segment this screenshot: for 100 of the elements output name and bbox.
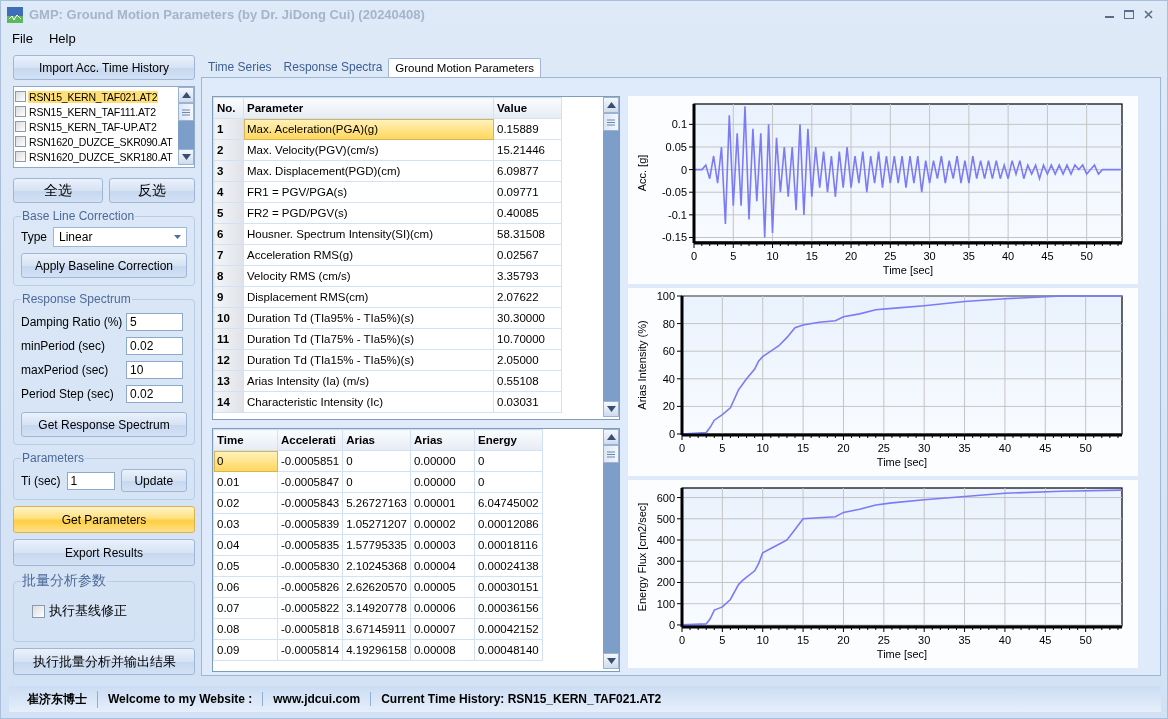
table-cell[interactable]: 0.09 <box>213 639 278 661</box>
up-arrow-icon[interactable] <box>606 102 616 108</box>
table-cell[interactable]: 0.04 <box>213 534 278 556</box>
table-cell: 1.05271207 <box>342 513 411 535</box>
up-arrow-icon[interactable] <box>181 92 191 98</box>
table-cell[interactable]: Housner. Spectrum Intensity(SI)(cm) <box>243 223 494 245</box>
input-field[interactable]: 1 <box>66 471 115 490</box>
down-arrow-icon[interactable] <box>181 154 191 160</box>
tick-label: 30 <box>923 250 936 262</box>
table-cell[interactable]: 0.07 <box>213 597 278 619</box>
checkbox[interactable] <box>15 91 26 102</box>
input-field[interactable]: 0.02 <box>126 385 183 403</box>
table-cell: -0.0005835 <box>277 534 343 556</box>
tick-label: 5 <box>730 250 737 262</box>
apply-button[interactable]: Apply Baseline Correction <box>21 253 187 278</box>
close-icon[interactable] <box>1144 10 1153 19</box>
table-cell[interactable]: 0.06 <box>213 576 278 598</box>
up-arrow-icon[interactable] <box>606 434 616 440</box>
table-cell: 0 <box>474 450 543 472</box>
table-cell[interactable]: Arias Intensity (Ia) (m/s) <box>243 370 494 392</box>
record-name[interactable]: RSN15_KERN_TAF-UP.AT2 <box>28 120 158 133</box>
input-field[interactable]: 0.02 <box>126 337 183 355</box>
table-cell[interactable]: Acceleration RMS(g) <box>243 244 494 266</box>
checkbox[interactable] <box>32 604 45 618</box>
table-cell[interactable]: 0.08 <box>213 618 278 640</box>
column-header[interactable]: Time <box>213 429 278 451</box>
table-cell[interactable]: 0.05 <box>213 555 278 577</box>
grip-icon[interactable] <box>182 108 190 116</box>
table-cell[interactable]: FR1 = PGV/PGA(s) <box>243 181 494 203</box>
table-cell: -0.0005851 <box>277 450 343 472</box>
tab[interactable]: Response Spectra <box>277 57 389 77</box>
table-cell: 2.62620570 <box>342 576 411 598</box>
column-header[interactable]: No. <box>213 97 244 119</box>
table-cell[interactable]: Displacement RMS(cm) <box>243 286 494 308</box>
column-header[interactable]: Parameter <box>243 97 494 119</box>
grip-icon[interactable] <box>607 450 615 458</box>
table-cell[interactable]: 0.01 <box>213 471 278 493</box>
column-header[interactable]: Arias <box>410 429 475 451</box>
menu-item[interactable]: Help <box>48 30 76 47</box>
import-button[interactable]: Import Acc. Time History <box>13 55 195 80</box>
table-cell[interactable]: FR2 = PGD/PGV(s) <box>243 202 494 224</box>
input-field[interactable]: 5 <box>126 313 183 331</box>
record-name[interactable]: RSN15_KERN_TAF111.AT2 <box>28 105 157 118</box>
input-field[interactable]: 10 <box>126 361 183 379</box>
type-dropdown[interactable]: Linear <box>53 227 187 247</box>
checkbox[interactable] <box>15 106 26 117</box>
table-cell[interactable]: Duration Td (TIa95% - TIa5%)(s) <box>243 307 494 329</box>
scrollbar[interactable] <box>603 97 619 417</box>
down-arrow-icon[interactable] <box>606 658 616 664</box>
status-text: Current Time History: RSN15_KERN_TAF021.AT2 <box>380 692 663 706</box>
checkbox[interactable] <box>15 121 26 132</box>
table-cell[interactable]: 0 <box>213 450 278 472</box>
table-cell[interactable]: Max. Aceleration(PGA)(g) <box>243 118 494 140</box>
tab[interactable]: Time Series <box>202 57 278 77</box>
tick-label: 50 <box>1079 634 1092 646</box>
grip-icon[interactable] <box>607 118 615 126</box>
tick-label: 30 <box>918 634 931 646</box>
axis-title: Arias Intensity (%) <box>636 320 648 410</box>
website-link[interactable]: www.jdcui.com <box>263 692 372 706</box>
maximize-icon[interactable] <box>1124 10 1134 19</box>
tick-label: 20 <box>844 250 858 262</box>
status-text: 崔济东博士 <box>17 690 98 708</box>
spectrum-button[interactable]: Get Response Spectrum <box>21 412 187 437</box>
tick-label: 45 <box>1039 442 1052 454</box>
table-cell: 0 <box>342 450 411 472</box>
record-name[interactable]: RSN15_KERN_TAF021.AT2 <box>28 90 159 103</box>
tab[interactable]: Ground Motion Parameters <box>388 58 541 77</box>
table-cell: 10.70000 <box>493 328 562 350</box>
table-cell[interactable]: Duration Td (TIa15% - TIa5%)(s) <box>243 349 494 371</box>
caret-icon[interactable] <box>174 235 181 239</box>
selection-button[interactable]: 全选 <box>13 178 103 203</box>
selection-button[interactable]: 反选 <box>109 178 195 203</box>
table-cell[interactable]: Duration Td (TIa75% - TIa5%)(s) <box>243 328 494 350</box>
update-button[interactable]: Update <box>120 469 187 492</box>
column-header[interactable]: Value <box>493 97 562 119</box>
action-button[interactable]: Export Results <box>13 539 195 566</box>
down-arrow-icon[interactable] <box>606 406 616 412</box>
table-cell[interactable]: 0.03 <box>213 513 278 535</box>
table-cell: 0.00002 <box>410 513 475 535</box>
table-cell[interactable]: Velocity RMS (cm/s) <box>243 265 494 287</box>
table-cell[interactable]: Max. Velocity(PGV)(cm/s) <box>243 139 494 161</box>
tick-label: 500 <box>656 512 675 525</box>
menu-item[interactable]: File <box>12 30 33 47</box>
column-header[interactable]: Arias <box>342 429 411 451</box>
row-number: 1 <box>213 118 244 140</box>
table-cell[interactable]: 0.02 <box>213 492 278 514</box>
action-button[interactable]: Get Parameters <box>13 506 195 533</box>
checkbox[interactable] <box>15 136 26 147</box>
column-header[interactable]: Energy <box>474 429 543 451</box>
checkbox[interactable] <box>15 151 26 162</box>
table-cell[interactable]: Characteristic Intensity (Ic) <box>243 391 494 413</box>
tick-label: 20 <box>837 442 850 454</box>
record-name[interactable]: RSN1620_DUZCE_SKR180.AT <box>28 150 174 163</box>
table-cell[interactable]: Max. Displacement(PGD)(cm) <box>243 160 494 182</box>
record-name[interactable]: RSN1620_DUZCE_SKR090.AT <box>28 135 174 148</box>
batch-run-button[interactable]: 执行批量分析并输出结果 <box>13 648 195 675</box>
scrollbar[interactable] <box>178 87 194 165</box>
column-header[interactable]: Accelerati <box>277 429 343 451</box>
scrollbar[interactable] <box>603 429 619 669</box>
table-cell: 0.00030151 <box>474 576 543 598</box>
